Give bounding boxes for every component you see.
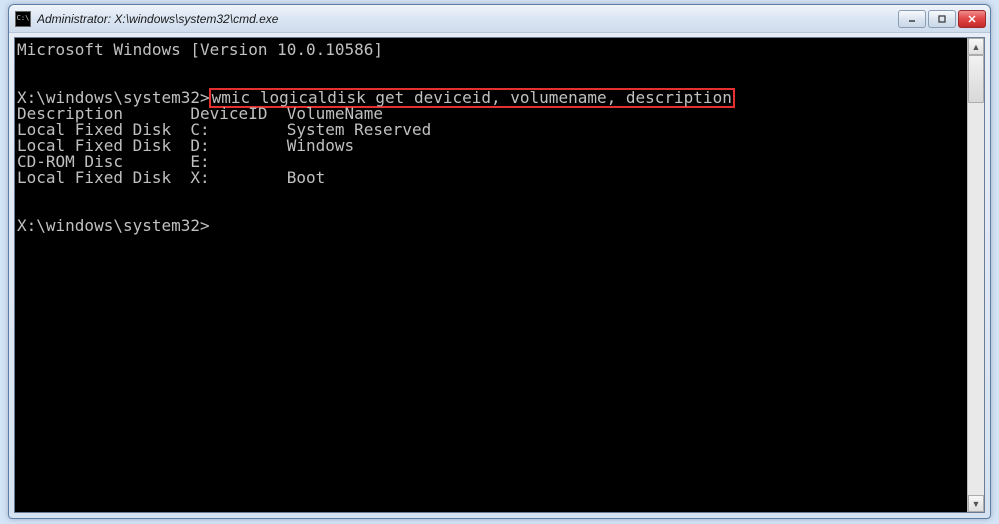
minimize-button[interactable]	[898, 10, 926, 28]
blank-line	[17, 58, 967, 74]
scroll-down-button[interactable]: ▼	[968, 495, 984, 512]
close-button[interactable]	[958, 10, 986, 28]
table-rows: Local Fixed Disk C: System ReservedLocal…	[17, 122, 967, 186]
command-prompt-window: Administrator: X:\windows\system32\cmd.e…	[8, 4, 991, 519]
scroll-up-button[interactable]: ▲	[968, 38, 984, 55]
window-controls	[898, 10, 986, 28]
vertical-scrollbar[interactable]: ▲ ▼	[967, 38, 984, 512]
terminal-output[interactable]: Microsoft Windows [Version 10.0.10586] X…	[15, 38, 967, 512]
banner-line: Microsoft Windows [Version 10.0.10586]	[17, 42, 967, 58]
blank-line	[17, 186, 967, 202]
scroll-track[interactable]	[968, 55, 984, 495]
prompt-path: X:\windows\system32>	[17, 216, 210, 235]
scroll-thumb[interactable]	[968, 55, 984, 103]
client-area: Microsoft Windows [Version 10.0.10586] X…	[14, 37, 985, 513]
window-title: Administrator: X:\windows\system32\cmd.e…	[37, 12, 898, 26]
maximize-button[interactable]	[928, 10, 956, 28]
cmd-icon	[15, 11, 31, 27]
table-row: Local Fixed Disk X: Boot	[17, 170, 967, 186]
titlebar[interactable]: Administrator: X:\windows\system32\cmd.e…	[9, 5, 990, 33]
prompt-line: X:\windows\system32>	[17, 218, 967, 234]
